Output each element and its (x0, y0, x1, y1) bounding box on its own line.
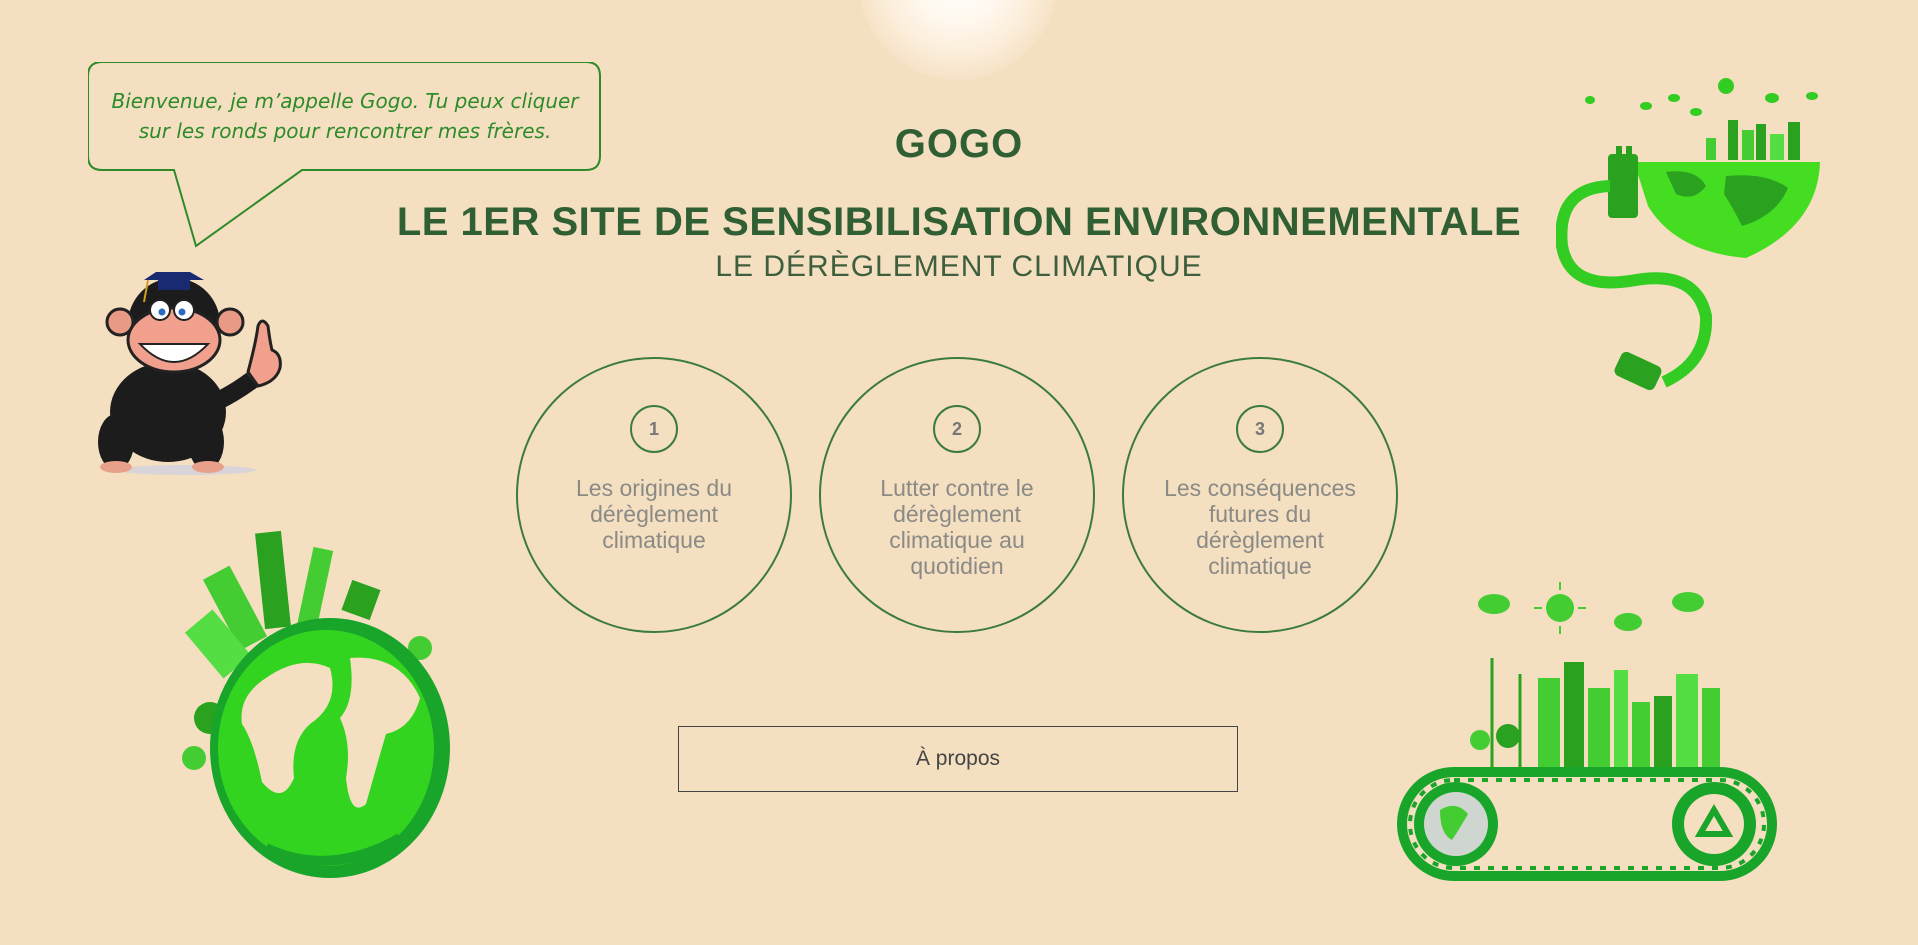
about-button[interactable]: À propos (678, 726, 1238, 792)
topic-circle-2[interactable]: 2 Lutter contre le dérèglement climatiqu… (819, 357, 1095, 633)
site-name: GOGO (894, 122, 1024, 166)
page-subtitle: LE DÉRÈGLEMENT CLIMATIQUE (715, 250, 1203, 283)
topic-label-1: Les origines du dérèglement climatique (576, 475, 732, 553)
page-title: LE 1ER SITE DE SENSIBILISATION ENVIRONNE… (396, 200, 1522, 244)
topic-number-3: 3 (1236, 405, 1284, 453)
monkey-mascot-icon (98, 272, 282, 475)
topic-number-1: 1 (630, 405, 678, 453)
topic-label-3: Les conséquences futures du dérèglement … (1164, 475, 1356, 579)
topic-label-2: Lutter contre le dérèglement climatique … (880, 475, 1034, 579)
topic-circle-3[interactable]: 3 Les conséquences futures du dérèglemen… (1122, 357, 1398, 633)
topic-circle-1[interactable]: 1 Les origines du dérèglement climatique (516, 357, 792, 633)
eco-conveyor-icon (1397, 582, 1777, 881)
sun-glow (858, 0, 1058, 80)
eco-globe-icon (182, 530, 450, 878)
topic-number-2: 2 (933, 405, 981, 453)
